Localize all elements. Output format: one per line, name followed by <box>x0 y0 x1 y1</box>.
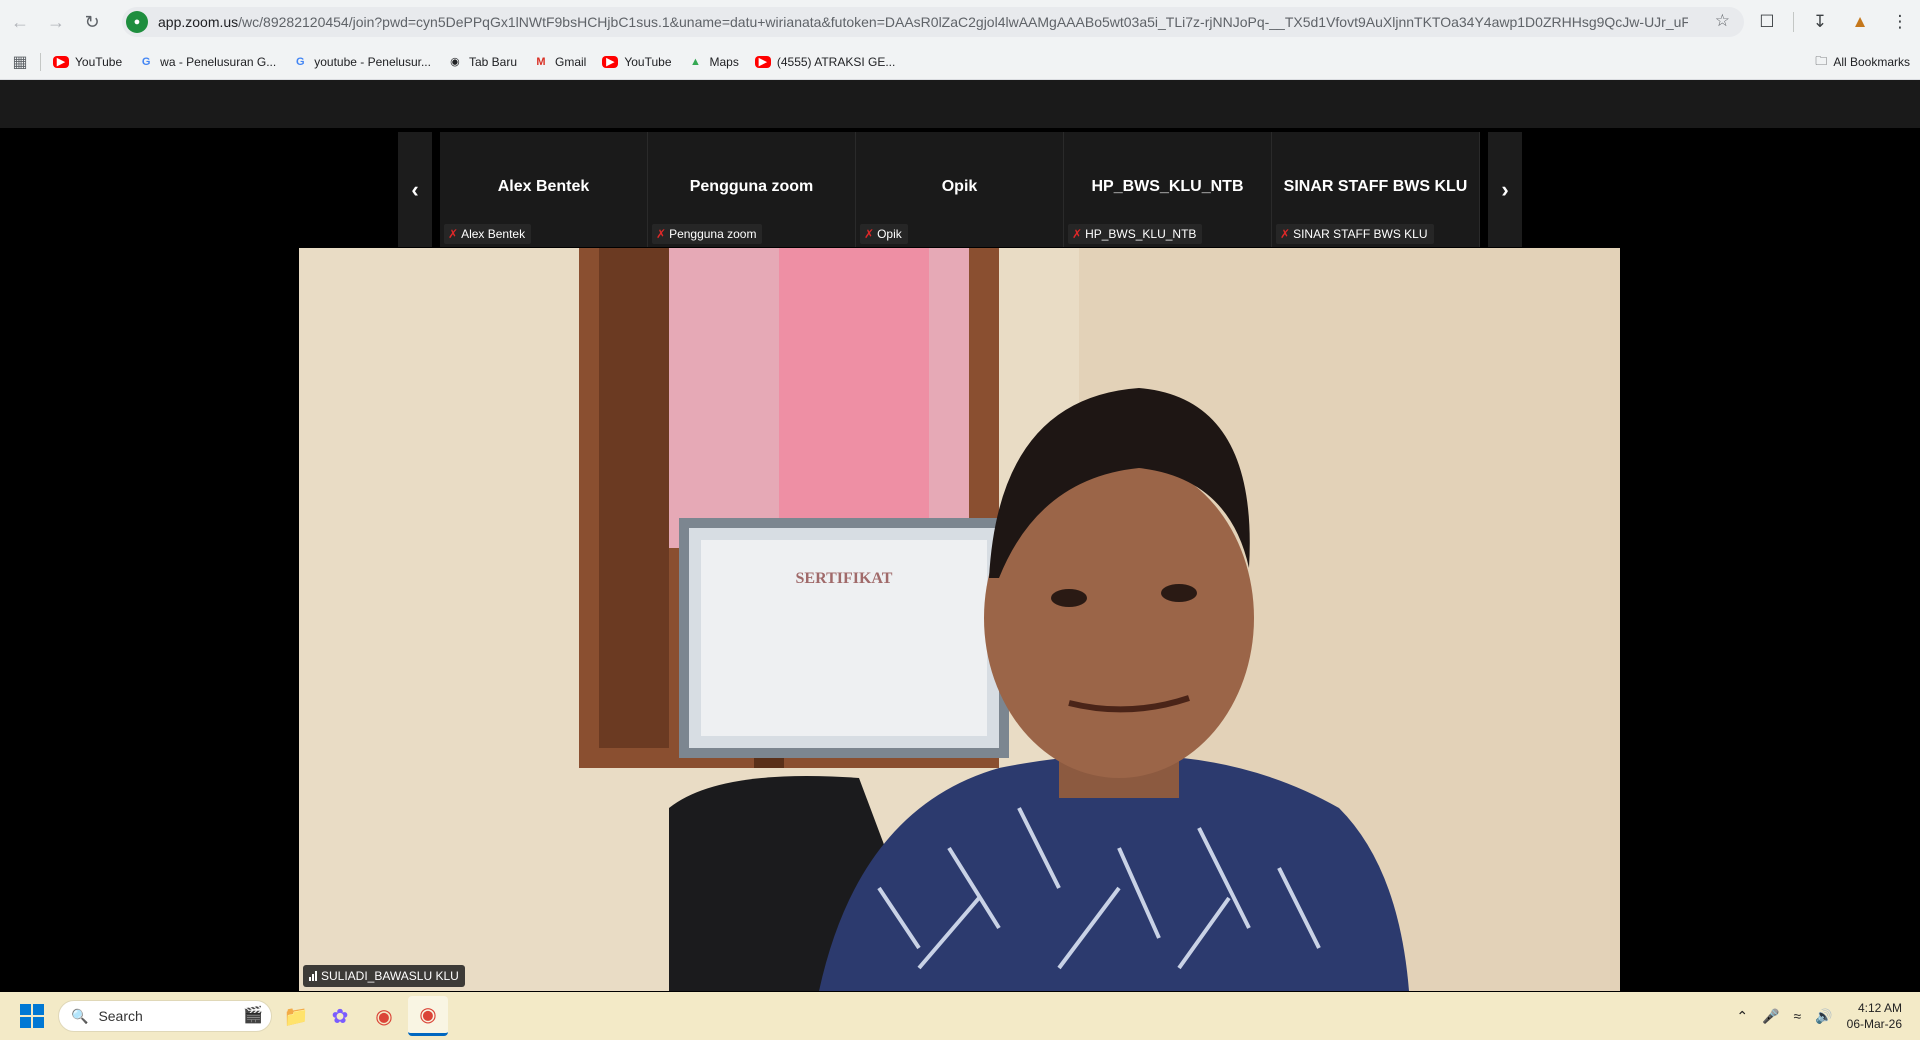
participant-name: HP_BWS_KLU_NTB <box>1091 178 1244 195</box>
back-arrow-icon[interactable]: ← <box>4 6 36 38</box>
video-frame: SERTIFIKAT <box>299 248 1620 991</box>
participant-tile[interactable]: HP_BWS_KLU_NTB ✗ HP_BWS_KLU_NTB <box>1064 132 1272 247</box>
bookmark-item[interactable]: Gwa - Penelusuran G... <box>130 48 284 76</box>
microphone-site-icon[interactable]: ● <box>126 11 148 33</box>
chrome-active-icon[interactable]: ◉ <box>408 996 448 1036</box>
participant-tag: ✗ Pengguna zoom <box>652 224 763 244</box>
participant-tag-label: Opik <box>877 227 902 241</box>
participant-name: Opik <box>941 178 978 195</box>
search-highlight-icon: 🎬 <box>243 1007 263 1024</box>
bookmarks-bar: ▦ ▶ YouTube Gwa - Penelusuran G... Gyoutu… <box>0 44 1920 80</box>
bookmark-label: wa - Penelusuran G... <box>160 54 277 69</box>
zoom-header <box>0 80 1920 128</box>
address-bar[interactable]: ● app.zoom.us/wc/89282120454/join?pwd=cy… <box>122 7 1744 37</box>
participant-name: Pengguna zoom <box>689 178 814 195</box>
system-tray: ⌃ 🎤 ≈ 🔊 4:12 AM 06-Mar-26 <box>1736 992 1920 1040</box>
participant-tag: ✗ Opik <box>860 224 908 244</box>
next-page-arrow-icon[interactable]: › <box>1488 132 1522 247</box>
windows-start-icon[interactable] <box>20 1004 44 1028</box>
participant-tile[interactable]: Pengguna zoom ✗ Pengguna zoom <box>648 132 856 247</box>
bookmark-label: YouTube <box>75 54 123 69</box>
microphone-icon[interactable]: 🎤 <box>1762 1008 1779 1025</box>
bookmark-label: Gmail <box>555 54 587 69</box>
mic-muted-icon: ✗ <box>1280 227 1291 241</box>
participant-tile[interactable]: Opik ✗ Opik <box>856 132 1064 247</box>
bookmark-item[interactable]: ▶ YouTube <box>45 48 130 76</box>
clock-time: 4:12 AM <box>1857 1001 1902 1015</box>
chevron-up-icon[interactable]: ⌃ <box>1736 1008 1748 1025</box>
url-text[interactable]: app.zoom.us/wc/89282120454/join?pwd=cyn5… <box>158 14 1688 30</box>
bookmarks-divider <box>40 52 41 71</box>
bookmark-item[interactable]: ▶ YouTube <box>594 48 679 76</box>
active-speaker-video[interactable]: SERTIFIKAT SULIADI_BAWASLU KLU <box>299 248 1620 991</box>
bookmark-star-icon[interactable]: ☆ <box>1715 11 1730 31</box>
windows-taskbar: 🔍 Search 🎬 📁 ✿ ◉ ◉ ⌃ 🎤 ≈ 🔊 4:12 AM 06-Ma… <box>0 992 1920 1040</box>
wifi-icon[interactable]: ≈ <box>1794 1008 1802 1024</box>
bookmark-label: youtube - Penelusur... <box>314 54 431 69</box>
participant-tag-label: SINAR STAFF BWS KLU <box>1293 227 1428 241</box>
profile-avatar-icon[interactable]: ▲ <box>1840 0 1880 44</box>
browser-toolbar: ← → ↻ ● app.zoom.us/wc/89282120454/join?… <box>0 0 1920 44</box>
mic-muted-icon: ✗ <box>656 227 667 241</box>
taskbar-search[interactable]: 🔍 Search 🎬 <box>58 1000 272 1032</box>
apps-grid-icon[interactable]: ▦ <box>0 52 40 72</box>
menu-kebab-icon[interactable]: ⋮ <box>1880 0 1920 44</box>
google-icon: G <box>295 55 305 68</box>
search-icon: 🔍 <box>71 1007 89 1024</box>
clock-date: 06-Mar-26 <box>1846 1017 1902 1031</box>
certificate-title: SERTIFIKAT <box>796 570 893 587</box>
chrome-icon[interactable]: ◉ <box>364 996 404 1036</box>
gmail-icon: M <box>536 55 546 68</box>
bookmark-item[interactable]: M Gmail <box>525 48 594 76</box>
signal-strength-icon <box>309 971 317 981</box>
downloads-icon[interactable]: ↧ <box>1800 0 1840 44</box>
extensions-icon[interactable]: ☐ <box>1747 0 1787 44</box>
bookmark-label: YouTube <box>624 54 672 69</box>
youtube-icon: ▶ <box>602 55 619 68</box>
participant-name: Alex Bentek <box>497 178 590 195</box>
all-bookmarks-button[interactable]: 🗀 All Bookmarks <box>1815 48 1910 76</box>
prev-page-arrow-icon[interactable]: ‹ <box>398 132 432 247</box>
participant-name: SINAR STAFF BWS KLU <box>1283 178 1468 195</box>
mic-muted-icon: ✗ <box>864 227 875 241</box>
youtube-icon: ▶ <box>53 55 69 68</box>
mic-muted-icon: ✗ <box>1072 227 1083 241</box>
participant-tile[interactable]: SINAR STAFF BWS KLU ✗ SINAR STAFF BWS KLU <box>1272 132 1480 247</box>
google-icon: G <box>141 55 151 68</box>
participant-tag: ✗ SINAR STAFF BWS KLU <box>1276 224 1434 244</box>
chrome-icon: ◉ <box>450 56 460 68</box>
url-path: /wc/89282120454/join?pwd=cyn5DePPqGx1lNW… <box>238 14 1688 30</box>
participant-tag: ✗ HP_BWS_KLU_NTB <box>1068 224 1203 244</box>
participant-tag-label: HP_BWS_KLU_NTB <box>1085 227 1197 241</box>
reload-icon[interactable]: ↻ <box>76 6 108 38</box>
file-explorer-icon[interactable]: 📁 <box>276 996 316 1036</box>
mic-muted-icon: ✗ <box>448 227 459 241</box>
url-host: app.zoom.us <box>158 14 239 30</box>
speaker-icon[interactable]: 🔊 <box>1815 1008 1832 1025</box>
search-placeholder: Search <box>98 1008 143 1024</box>
participant-tag-label: Pengguna zoom <box>669 227 757 241</box>
bookmark-item[interactable]: Gyoutube - Penelusur... <box>284 48 439 76</box>
bookmark-item[interactable]: ▲ Maps <box>680 48 747 76</box>
participant-tag: ✗ Alex Bentek <box>444 224 532 244</box>
bookmark-label: Tab Baru <box>468 54 517 69</box>
active-speaker-tag: SULIADI_BAWASLU KLU <box>303 965 465 987</box>
forward-arrow-icon[interactable]: → <box>40 6 72 38</box>
copilot-icon[interactable]: ✿ <box>320 996 360 1036</box>
toolbar-divider <box>1793 12 1794 32</box>
bookmark-item[interactable]: ◉ Tab Baru <box>439 48 525 76</box>
bookmark-label: Maps <box>709 54 739 69</box>
folder-icon: 🗀 <box>1815 53 1828 68</box>
clock[interactable]: 4:12 AM 06-Mar-26 <box>1847 1000 1902 1032</box>
bookmark-item[interactable]: ▶ (4555) ATRAKSI GE... <box>747 48 904 76</box>
participant-strip: ‹ Alex Bentek ✗ Alex Bentek Pengguna zoom… <box>398 132 1522 247</box>
bookmark-label: (4555) ATRAKSI GE... <box>776 54 896 69</box>
participant-tile[interactable]: Alex Bentek ✗ Alex Bentek <box>440 132 648 247</box>
maps-icon: ▲ <box>690 55 701 68</box>
youtube-icon: ▶ <box>754 55 771 68</box>
participant-tag-label: Alex Bentek <box>461 227 526 241</box>
all-bookmarks-label: All Bookmarks <box>1833 55 1910 69</box>
active-speaker-name: SULIADI_BAWASLU KLU <box>321 969 459 983</box>
